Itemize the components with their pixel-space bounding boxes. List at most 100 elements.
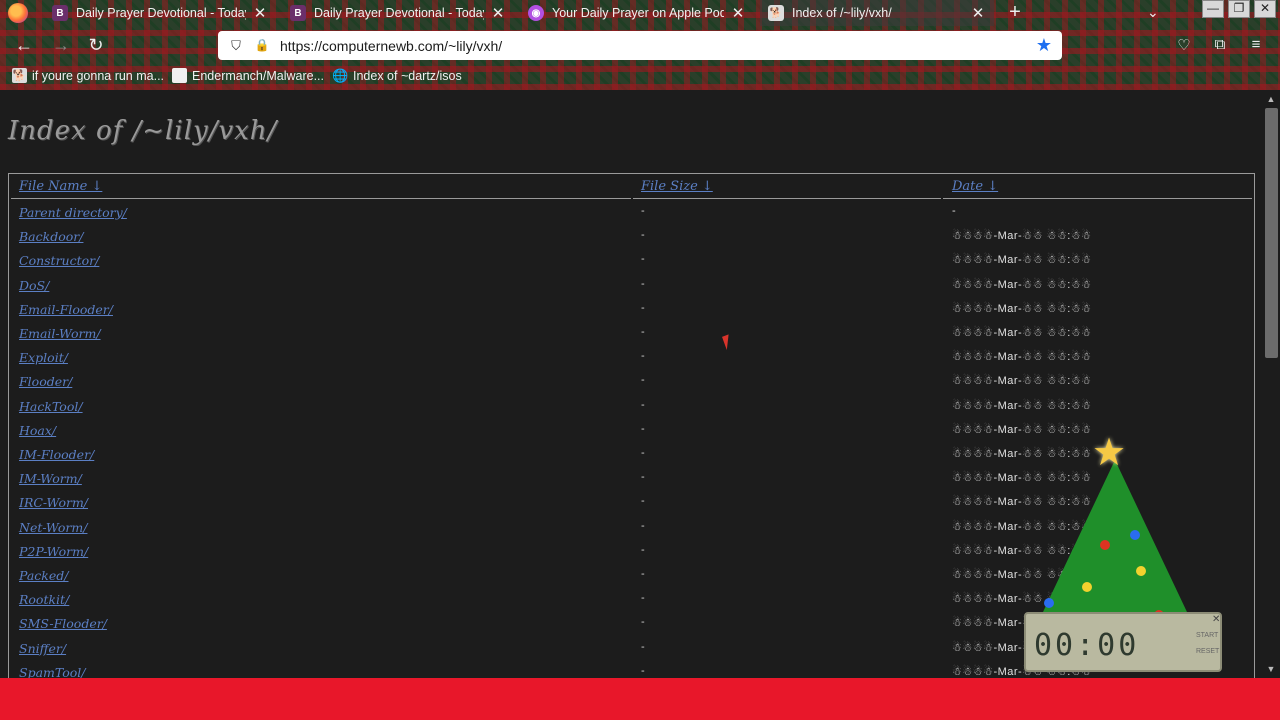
directory-link[interactable]: Packed/ xyxy=(19,568,69,583)
bookmark-label: if youre gonna run ma... xyxy=(32,68,165,83)
file-size: - xyxy=(641,471,645,484)
bible-site-icon: B xyxy=(52,5,68,21)
close-tab-icon[interactable]: ✕ xyxy=(970,4,986,22)
shield-icon[interactable]: ⛉ xyxy=(228,38,244,54)
list-all-tabs-icon[interactable]: ⌄ xyxy=(1147,4,1159,21)
page-icon xyxy=(172,68,187,83)
file-date: ☃☃☃☃-Mar-☃☃ ☃☃:☃☃ xyxy=(952,230,1092,243)
navigation-bar: ← → ↻ ⛉ 🔒 https://computernewb.com/~lily… xyxy=(0,28,1280,62)
back-arrow-icon[interactable]: ← xyxy=(14,36,34,56)
table-row: Parent directory/ - - xyxy=(9,200,1254,224)
star-icon: ★ xyxy=(1092,432,1127,474)
sort-by-size-link[interactable]: File Size ↓ xyxy=(641,179,713,194)
bookmark-label: Index of ~dartz/isos xyxy=(353,68,462,83)
minimize-button[interactable]: — xyxy=(1202,0,1224,18)
scroll-up-icon[interactable]: ▲ xyxy=(1265,94,1277,104)
reload-icon[interactable]: ↻ xyxy=(86,36,106,56)
tab-bar: B Daily Prayer Devotional - Today's Devo… xyxy=(0,0,1280,27)
ornament xyxy=(1136,566,1146,576)
scrollbar-thumb[interactable] xyxy=(1265,108,1278,358)
directory-link[interactable]: Parent directory/ xyxy=(19,205,127,220)
file-date: ☃☃☃☃-Mar-☃☃ ☃☃:☃☃ xyxy=(952,302,1092,315)
directory-link[interactable]: Sniffer/ xyxy=(19,641,66,656)
timer-reset-button[interactable]: RESET xyxy=(1196,648,1219,655)
pocket-icon[interactable]: ♡ xyxy=(1174,36,1194,56)
file-size: - xyxy=(641,398,645,411)
tab-title: Daily Prayer Devotional - Today's Devoti… xyxy=(314,6,484,20)
url-text[interactable]: https://computernewb.com/~lily/vxh/ xyxy=(280,38,1034,54)
sort-by-name-link[interactable]: File Name ↓ xyxy=(19,179,102,194)
directory-link[interactable]: Exploit/ xyxy=(19,350,68,365)
file-date: ☃☃☃☃-Mar-☃☃ ☃☃:☃☃ xyxy=(952,351,1092,364)
close-window-button[interactable]: ✕ xyxy=(1254,0,1276,18)
page-scrollbar[interactable]: ▲ ▼ xyxy=(1262,90,1280,678)
timer-start-button[interactable]: START xyxy=(1196,632,1218,639)
file-size: - xyxy=(641,568,645,580)
bookmarks-toolbar: 🐕 if youre gonna run ma... Endermanch/Ma… xyxy=(0,64,1280,90)
directory-link[interactable]: Hoax/ xyxy=(19,423,56,438)
new-tab-button[interactable]: + xyxy=(1005,2,1025,24)
directory-link[interactable]: Email-Worm/ xyxy=(19,326,101,341)
tab-daily-prayer-2[interactable]: B Daily Prayer Devotional - Today's Devo… xyxy=(282,0,514,26)
tab-index-of-vxh[interactable]: 🐕 Index of /~lily/vxh/ ✕ xyxy=(760,0,994,26)
file-size: - xyxy=(641,422,645,435)
file-date: ☃☃☃☃-Mar-☃☃ ☃☃:☃☃ xyxy=(952,254,1092,267)
lock-icon[interactable]: 🔒 xyxy=(254,38,270,54)
file-size: - xyxy=(641,253,645,266)
browser-chrome: B Daily Prayer Devotional - Today's Devo… xyxy=(0,0,1280,90)
bookmark-label: Endermanch/Malware... xyxy=(192,68,325,83)
file-size: - xyxy=(641,447,645,459)
table-row: Backdoor/ - ☃☃☃☃-Mar-☃☃ ☃☃:☃☃ xyxy=(9,224,1254,248)
tab-title: Your Daily Prayer on Apple Podcasts xyxy=(552,6,724,20)
taskbar-band xyxy=(0,678,1280,720)
ornament xyxy=(1082,582,1092,592)
bookmark-item[interactable]: 🌐 Index of ~dartz/isos xyxy=(332,68,462,83)
directory-link[interactable]: Flooder/ xyxy=(19,374,72,389)
close-tab-icon[interactable]: ✕ xyxy=(490,4,506,22)
directory-link[interactable]: SpamTool/ xyxy=(19,665,86,678)
directory-link[interactable]: P2P-Worm/ xyxy=(19,544,88,559)
page-title: Index of /~lily/vxh/ xyxy=(8,116,278,146)
maximize-button[interactable]: ❐ xyxy=(1228,0,1250,18)
header-divider xyxy=(943,198,1252,199)
close-tab-icon[interactable]: ✕ xyxy=(252,4,268,22)
directory-link[interactable]: DoS/ xyxy=(19,278,49,293)
close-tab-icon[interactable]: ✕ xyxy=(730,4,746,22)
address-bar[interactable]: ⛉ 🔒 https://computernewb.com/~lily/vxh/ … xyxy=(218,31,1062,60)
directory-link[interactable]: IRC-Worm/ xyxy=(19,495,88,510)
scroll-down-icon[interactable]: ▼ xyxy=(1265,664,1277,674)
directory-link[interactable]: Rootkit/ xyxy=(19,592,69,607)
sort-by-date-link[interactable]: Date ↓ xyxy=(952,179,998,194)
file-size: - xyxy=(641,543,645,556)
table-row: Email-Worm/ - ☃☃☃☃-Mar-☃☃ ☃☃:☃☃ xyxy=(9,321,1254,345)
firefox-icon[interactable] xyxy=(8,3,28,23)
directory-link[interactable]: HackTool/ xyxy=(19,399,83,414)
timer-widget[interactable]: 00:00 START RESET ✕ xyxy=(1024,612,1222,672)
file-date: ☃☃☃☃-Mar-☃☃ ☃☃:☃☃ xyxy=(952,375,1092,388)
bible-site-icon: B xyxy=(290,5,306,21)
file-size: - xyxy=(641,640,645,653)
header-divider xyxy=(633,198,941,199)
bookmark-star-icon[interactable]: ★ xyxy=(1034,35,1054,56)
file-size: - xyxy=(641,301,645,314)
tab-apple-podcasts[interactable]: ◉ Your Daily Prayer on Apple Podcasts ✕ xyxy=(520,0,754,26)
table-row: Constructor/ - ☃☃☃☃-Mar-☃☃ ☃☃:☃☃ xyxy=(9,248,1254,272)
extensions-icon[interactable]: ⧉ xyxy=(1210,36,1230,56)
directory-link[interactable]: Constructor/ xyxy=(19,253,99,268)
file-date: ☃☃☃☃-Mar-☃☃ ☃☃:☃☃ xyxy=(952,327,1092,339)
forward-arrow-icon[interactable]: → xyxy=(51,36,71,56)
directory-link[interactable]: Net-Worm/ xyxy=(19,520,87,535)
directory-link[interactable]: Email-Flooder/ xyxy=(19,302,113,317)
table-row: HackTool/ - ☃☃☃☃-Mar-☃☃ ☃☃:☃☃ xyxy=(9,394,1254,418)
bookmark-item[interactable]: 🐕 if youre gonna run ma... xyxy=(12,68,164,83)
menu-icon[interactable]: ≡ xyxy=(1246,36,1266,56)
directory-link[interactable]: IM-Flooder/ xyxy=(19,447,94,462)
bookmark-item[interactable]: Endermanch/Malware... xyxy=(172,68,324,83)
directory-link[interactable]: IM-Worm/ xyxy=(19,471,82,486)
file-date: - xyxy=(952,205,957,217)
file-size: - xyxy=(641,277,645,290)
tab-daily-prayer-1[interactable]: B Daily Prayer Devotional - Today's Devo… xyxy=(44,0,276,26)
directory-link[interactable]: Backdoor/ xyxy=(19,229,83,244)
directory-link[interactable]: SMS-Flooder/ xyxy=(19,616,107,631)
close-widget-icon[interactable]: ✕ xyxy=(1212,614,1220,625)
